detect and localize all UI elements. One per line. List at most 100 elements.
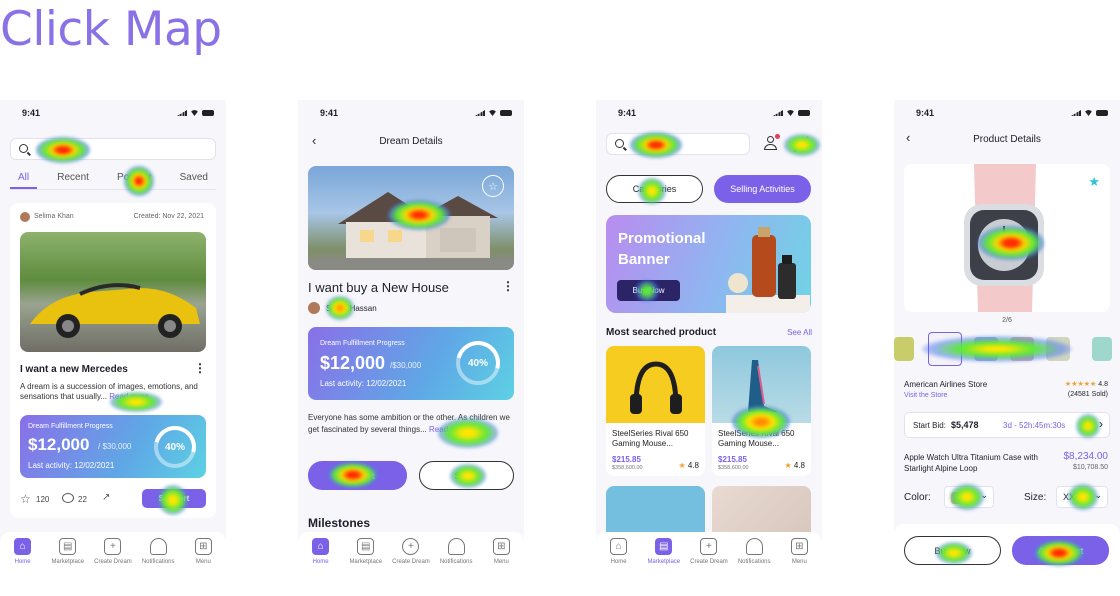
page-title: Click Map	[0, 2, 222, 57]
comment-icon[interactable]	[62, 493, 74, 503]
nav-create[interactable]: + Create Dream	[689, 538, 729, 565]
promo-banner[interactable]: Promotional Banner Buy Now	[606, 215, 811, 313]
search-input[interactable]	[10, 138, 216, 160]
favorite-star-icon[interactable]: ☆	[482, 175, 504, 197]
selling-activities-button[interactable]: Selling Activities	[714, 175, 811, 203]
search-input[interactable]	[606, 133, 750, 155]
see-all-link[interactable]: See All	[787, 328, 812, 337]
product-card[interactable]: SteelSeries Rival 650 Gaming Mouse... $2…	[712, 346, 811, 476]
add-to-cart-button[interactable]: Add to Cart	[1012, 536, 1109, 565]
share-button[interactable]: Share	[419, 461, 514, 490]
status-time: 9:41	[320, 108, 339, 118]
battery-icon	[500, 110, 512, 116]
nav-home-label: Home	[14, 559, 31, 565]
categories-button[interactable]: Categories	[606, 175, 703, 203]
product-price: $215.85	[718, 455, 747, 464]
screen-dream-details: 9:41 ‹ Dream Details ☆ I want buy a New …	[298, 100, 524, 580]
plus-icon: +	[700, 538, 718, 555]
nav-marketplace[interactable]: ▤ Marketplace	[644, 538, 684, 565]
star-icon[interactable]: ☆	[20, 492, 31, 506]
signal-icon	[773, 110, 783, 116]
avatar	[308, 302, 320, 314]
thumbnail-selected[interactable]	[928, 332, 962, 366]
nav-home-label: Home	[610, 559, 627, 565]
battery-icon	[798, 110, 810, 116]
nav-notifications[interactable]: Notifications	[138, 538, 178, 565]
nav-menu[interactable]: ⊞ Menu	[183, 538, 223, 565]
store-icon: ▤	[59, 538, 77, 555]
read-more-link[interactable]: Read more	[429, 425, 469, 434]
chevron-right-icon[interactable]: ›	[1099, 417, 1103, 431]
read-more-link[interactable]: Read more	[109, 392, 149, 401]
profile-icon[interactable]	[764, 134, 780, 152]
nav-notifications[interactable]: Notifications	[734, 538, 774, 565]
nav-create[interactable]: + Create Dream	[93, 538, 133, 565]
nav-notifications[interactable]: Notifications	[436, 538, 476, 565]
thumbnail[interactable]	[1046, 337, 1070, 361]
thumbnail[interactable]	[1092, 337, 1112, 361]
screen-product-details: 9:41 ‹ Product Details ★ 2/6 American Ai…	[894, 100, 1120, 580]
nav-create-label: Create Dream	[94, 559, 132, 565]
more-options-icon[interactable]: ⋮	[502, 280, 514, 292]
bell-icon	[149, 538, 167, 555]
tab-saved[interactable]: Saved	[172, 170, 216, 189]
product-rating-value: 4.8	[687, 461, 699, 470]
headphones-photo	[606, 346, 705, 423]
nav-marketplace[interactable]: ▤ Marketplace	[346, 538, 386, 565]
progress-goal: /$30,000	[390, 361, 422, 370]
thumbnail[interactable]	[1010, 337, 1034, 361]
section-heading: Most searched product	[606, 327, 717, 338]
sold-count: (24581 Sold)	[1067, 391, 1108, 398]
size-select[interactable]: XXL ⌄	[1056, 486, 1108, 508]
status-bar: 9:41	[618, 107, 810, 119]
product-rating: ★ 4.8	[784, 461, 805, 470]
tab-all[interactable]: All	[10, 170, 38, 189]
share-icon[interactable]: ↗	[102, 492, 110, 503]
nav-marketplace-label: Marketplace	[647, 559, 681, 565]
visit-store-link[interactable]: Visit the Store	[904, 392, 947, 399]
bottom-nav: ⌂ Home ▤ Marketplace + Create Dream Notific…	[0, 532, 226, 580]
support-button[interactable]: Support	[308, 461, 407, 490]
nav-menu-label: Menu	[791, 559, 807, 565]
color-swatch	[951, 492, 963, 504]
buy-now-button[interactable]: Buy Now	[904, 536, 1001, 565]
signal-icon	[177, 110, 187, 116]
buy-now-button[interactable]: Buy Now	[617, 280, 680, 301]
thumbnail[interactable]	[894, 337, 914, 361]
nav-menu[interactable]: ⊞ Menu	[779, 538, 819, 565]
nav-home[interactable]: ⌂ Home	[599, 538, 639, 565]
signal-icon	[1071, 110, 1081, 116]
support-button[interactable]: Support	[142, 489, 206, 508]
nav-create[interactable]: + Create Dream	[391, 538, 431, 565]
nav-create-label: Create Dream	[392, 559, 430, 565]
nav-marketplace-label: Marketplace	[51, 559, 85, 565]
thumbnail[interactable]	[974, 337, 998, 361]
nav-home[interactable]: ⌂ Home	[3, 538, 43, 565]
tab-recent[interactable]: Recent	[49, 170, 97, 189]
home-icon: ⌂	[312, 538, 330, 555]
product-card[interactable]: SteelSeries Rival 650 Gaming Mouse... $2…	[606, 346, 705, 476]
nav-menu[interactable]: ⊞ Menu	[481, 538, 521, 565]
nav-marketplace[interactable]: ▤ Marketplace	[48, 538, 88, 565]
star-icon: ★	[678, 461, 686, 470]
nav-home[interactable]: ⌂ Home	[301, 538, 341, 565]
status-time: 9:41	[22, 108, 41, 118]
card-description: A dream is a succession of images, emoti…	[20, 382, 210, 402]
favorite-star-icon[interactable]: ★	[1088, 174, 1100, 190]
search-icon	[615, 139, 624, 148]
status-bar: 9:41	[22, 107, 214, 119]
more-options-icon[interactable]: ⋮	[194, 362, 206, 374]
created-date: Created: Nov 22, 2021	[133, 213, 204, 220]
tab-popular[interactable]: Popular	[109, 170, 159, 189]
store-icon: ▤	[655, 538, 673, 555]
last-activity: Last activity: 12/02/2021	[28, 461, 115, 470]
bid-label: Start Bid:	[913, 421, 946, 430]
store-name: American Airlines Store	[904, 380, 988, 389]
cart-icon[interactable]: 🛒	[792, 136, 809, 153]
color-select[interactable]: ⌄	[944, 486, 994, 508]
dream-card[interactable]: Selima Khan Created: Nov 22, 2021 I want…	[10, 203, 216, 518]
product-title: Apple Watch Ultra Titanium Case with Sta…	[904, 453, 1038, 473]
screen-header: Product Details	[973, 134, 1041, 145]
color-label: Color:	[904, 492, 931, 503]
bid-row[interactable]: Start Bid: $5,478 3d - 52h:45m:30s ›	[904, 412, 1110, 438]
